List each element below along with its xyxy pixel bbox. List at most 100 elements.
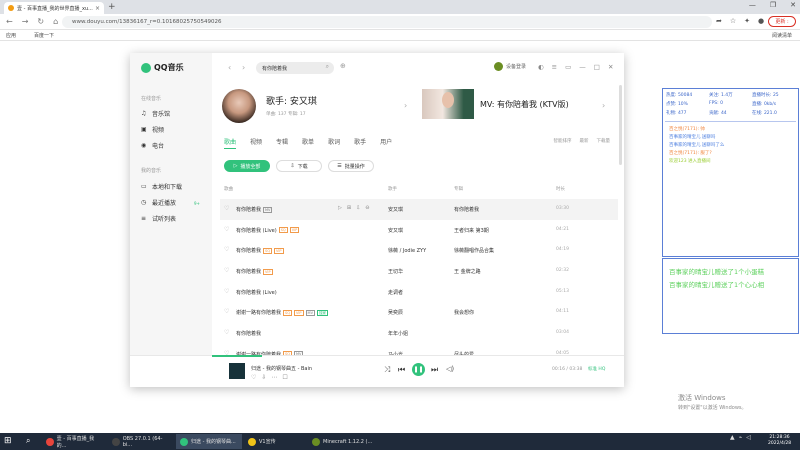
previous-icon[interactable]: ⏮ [398, 365, 405, 375]
sort-newest[interactable]: 最新 [580, 138, 589, 144]
back-arrow-icon[interactable]: ‹ [228, 63, 231, 72]
tab-videos[interactable]: 视频 [250, 137, 262, 149]
comment-icon[interactable]: ☐ [282, 374, 287, 381]
heart-icon[interactable]: ♡ [224, 329, 229, 336]
quality-badge[interactable]: 标准 HQ [588, 366, 605, 372]
song-artist[interactable]: 安又琪 [388, 206, 403, 213]
play-all-button[interactable]: ▷ 播放全部 [224, 160, 270, 172]
shuffle-icon[interactable]: ⤨ [384, 365, 390, 375]
song-artist[interactable]: 吴奕辰 [388, 309, 403, 316]
table-row[interactable]: ♡ 谢谢一路有你陪着我 SQ VIP MV 独家 吴奕辰 我会想你 04:11 [220, 302, 618, 323]
browser-tab[interactable]: 壹 - 百事直播_我的世界直播_xu... × [4, 2, 104, 14]
mv-card[interactable]: MV: 有你陪着我 (KTV版) › [422, 89, 612, 125]
tab-users[interactable]: 用户 [380, 137, 392, 149]
refresh-icon[interactable]: ⊕ [340, 62, 346, 70]
heart-icon[interactable]: ♡ [224, 246, 229, 253]
forward-icon[interactable]: → [22, 17, 29, 26]
next-icon[interactable]: ⏭ [431, 365, 438, 375]
more-icon[interactable]: ⋯ [271, 374, 277, 381]
minimize-icon[interactable]: — [579, 63, 586, 71]
skin-icon[interactable]: ◐ [538, 63, 544, 71]
reload-icon[interactable]: ↻ [37, 17, 44, 26]
song-artist[interactable]: 徐薇 / Jodie ZYY [388, 247, 426, 254]
more-icon[interactable]: ⊖ [365, 205, 369, 211]
sidebar-item-trial-list[interactable]: ≡ 试听列表 [141, 214, 176, 223]
song-artist[interactable]: 年年小姐 [388, 330, 408, 337]
song-artist[interactable]: 安又琪 [388, 227, 403, 234]
download-button[interactable]: ⇩ 下载 [276, 160, 322, 172]
song-album[interactable]: 王者归来 第3期 [454, 227, 489, 234]
song-artist[interactable]: 王切华 [388, 268, 403, 275]
heart-icon[interactable]: ♡ [224, 205, 229, 212]
bookmark-apps[interactable]: 应用 [6, 32, 16, 39]
star-icon[interactable]: ☆ [730, 17, 736, 25]
address-bar[interactable]: www.douyu.com/13836167_r=0.1016802575054… [62, 16, 712, 28]
tab-artists[interactable]: 歌手 [354, 137, 366, 149]
sort-downloads[interactable]: 下载量 [597, 138, 611, 144]
batch-button[interactable]: ☰ 批量操作 [328, 160, 374, 172]
table-row[interactable]: ♡ 有你陪着我 VIP 王切华 王 金牌之路 02:32 [220, 261, 618, 282]
pause-button[interactable]: ❚❚ [412, 363, 425, 376]
clock[interactable]: 21:28:36 2022/4/28 [768, 435, 791, 447]
bookmark-baidu[interactable]: 百度一下 [34, 32, 54, 39]
forward-arrow-icon[interactable]: › [242, 63, 245, 72]
share-icon[interactable]: ➦ [716, 17, 722, 25]
taskbar-app[interactable]: 归途 - 我的钢琴曲... [176, 434, 242, 449]
back-icon[interactable]: ← [6, 17, 13, 26]
sidebar-item-video[interactable]: ▣ 视频 [141, 125, 164, 134]
reading-list[interactable]: 阅读清单 [772, 32, 792, 39]
song-album[interactable]: 徐薇翻唱作品合集 [454, 247, 494, 254]
table-row[interactable]: ♡ 有你陪着我 (Live) SQ VIP 安又琪 王者归来 第3期 04:21 [220, 220, 618, 241]
taskbar-app[interactable]: Minecraft 1.12.2 (... [308, 434, 382, 449]
maximize-icon[interactable]: ❐ [770, 1, 776, 9]
progress-bar[interactable] [212, 355, 262, 357]
scrollbar[interactable] [619, 85, 622, 165]
tab-albums[interactable]: 专辑 [276, 137, 288, 149]
song-album[interactable]: 王 金牌之路 [454, 268, 481, 275]
taskbar-app[interactable]: V1宣传 [244, 434, 306, 449]
user-login[interactable]: 设备登录 [494, 62, 526, 71]
extension-icon[interactable]: ✦ [744, 17, 750, 25]
tab-playlists[interactable]: 歌单 [302, 137, 314, 149]
heart-icon[interactable]: ♡ [224, 288, 229, 295]
now-playing-cover[interactable] [229, 363, 245, 379]
heart-icon[interactable]: ♡ [224, 267, 229, 274]
close-tab-icon[interactable]: × [95, 5, 100, 12]
taskbar-app[interactable]: 壹 - 百事直播_我的... [42, 434, 106, 449]
tab-lyrics[interactable]: 歌词 [328, 137, 340, 149]
sidebar-item-radio[interactable]: ◉ 电台 [141, 141, 164, 150]
search-icon[interactable]: ⌕ [26, 436, 30, 446]
table-row[interactable]: ♡ 有你陪着我 SQ VIP 徐薇 / Jodie ZYY 徐薇翻唱作品合集 04:19 [220, 240, 618, 261]
search-icon[interactable]: ⌕ [326, 63, 329, 71]
song-album[interactable]: 我会想你 [454, 309, 474, 316]
add-icon[interactable]: ⊞ [347, 205, 351, 211]
update-button[interactable]: 更新 : [768, 16, 796, 27]
new-tab-button[interactable]: + [108, 2, 116, 12]
heart-icon[interactable]: ♡ [251, 374, 256, 381]
sidebar-item-recent[interactable]: ◷ 最近播放 [141, 198, 176, 207]
download-icon[interactable]: ⇩ [261, 374, 266, 381]
table-row[interactable]: ♡ 有你陪着我 年年小姐 03:04 [220, 323, 618, 344]
sidebar-item-music-hall[interactable]: ♫ 音乐馆 [141, 109, 170, 118]
minimize-icon[interactable]: — [749, 1, 756, 9]
song-artist[interactable]: 走调者 [388, 289, 403, 296]
menu-icon[interactable]: ≡ [552, 63, 557, 71]
volume-tray-icon[interactable]: ◁ [746, 434, 751, 441]
song-album[interactable]: 有你陪着我 [454, 206, 479, 213]
play-icon[interactable]: ▷ [338, 205, 342, 211]
table-row[interactable]: ♡ 有你陪着我 (Live) 走调者 05:13 [220, 282, 618, 303]
table-row[interactable]: ♡ 有你陪着我 MV ▷ ⊞ ⇩ ⊖ 安又琪 有你陪着我 03:30 [220, 199, 618, 220]
artist-card[interactable]: 歌手: 安又琪 单曲: 137 专辑: 17 › [222, 89, 412, 125]
volume-icon[interactable]: ◁) [446, 365, 454, 373]
close-window-icon[interactable]: ✕ [790, 1, 796, 9]
windows-start-icon[interactable]: ⊞ [4, 436, 12, 446]
heart-icon[interactable]: ♡ [224, 308, 229, 315]
tray-icon[interactable]: ▲ [730, 434, 735, 441]
network-icon[interactable]: ⌁ [739, 434, 743, 441]
maximize-icon[interactable]: □ [594, 63, 600, 71]
sort-smart[interactable]: 智能排序 [554, 138, 572, 144]
download-icon[interactable]: ⇩ [356, 205, 360, 211]
heart-icon[interactable]: ♡ [224, 226, 229, 233]
profile-icon[interactable]: ● [758, 17, 764, 25]
close-icon[interactable]: ✕ [608, 63, 613, 71]
